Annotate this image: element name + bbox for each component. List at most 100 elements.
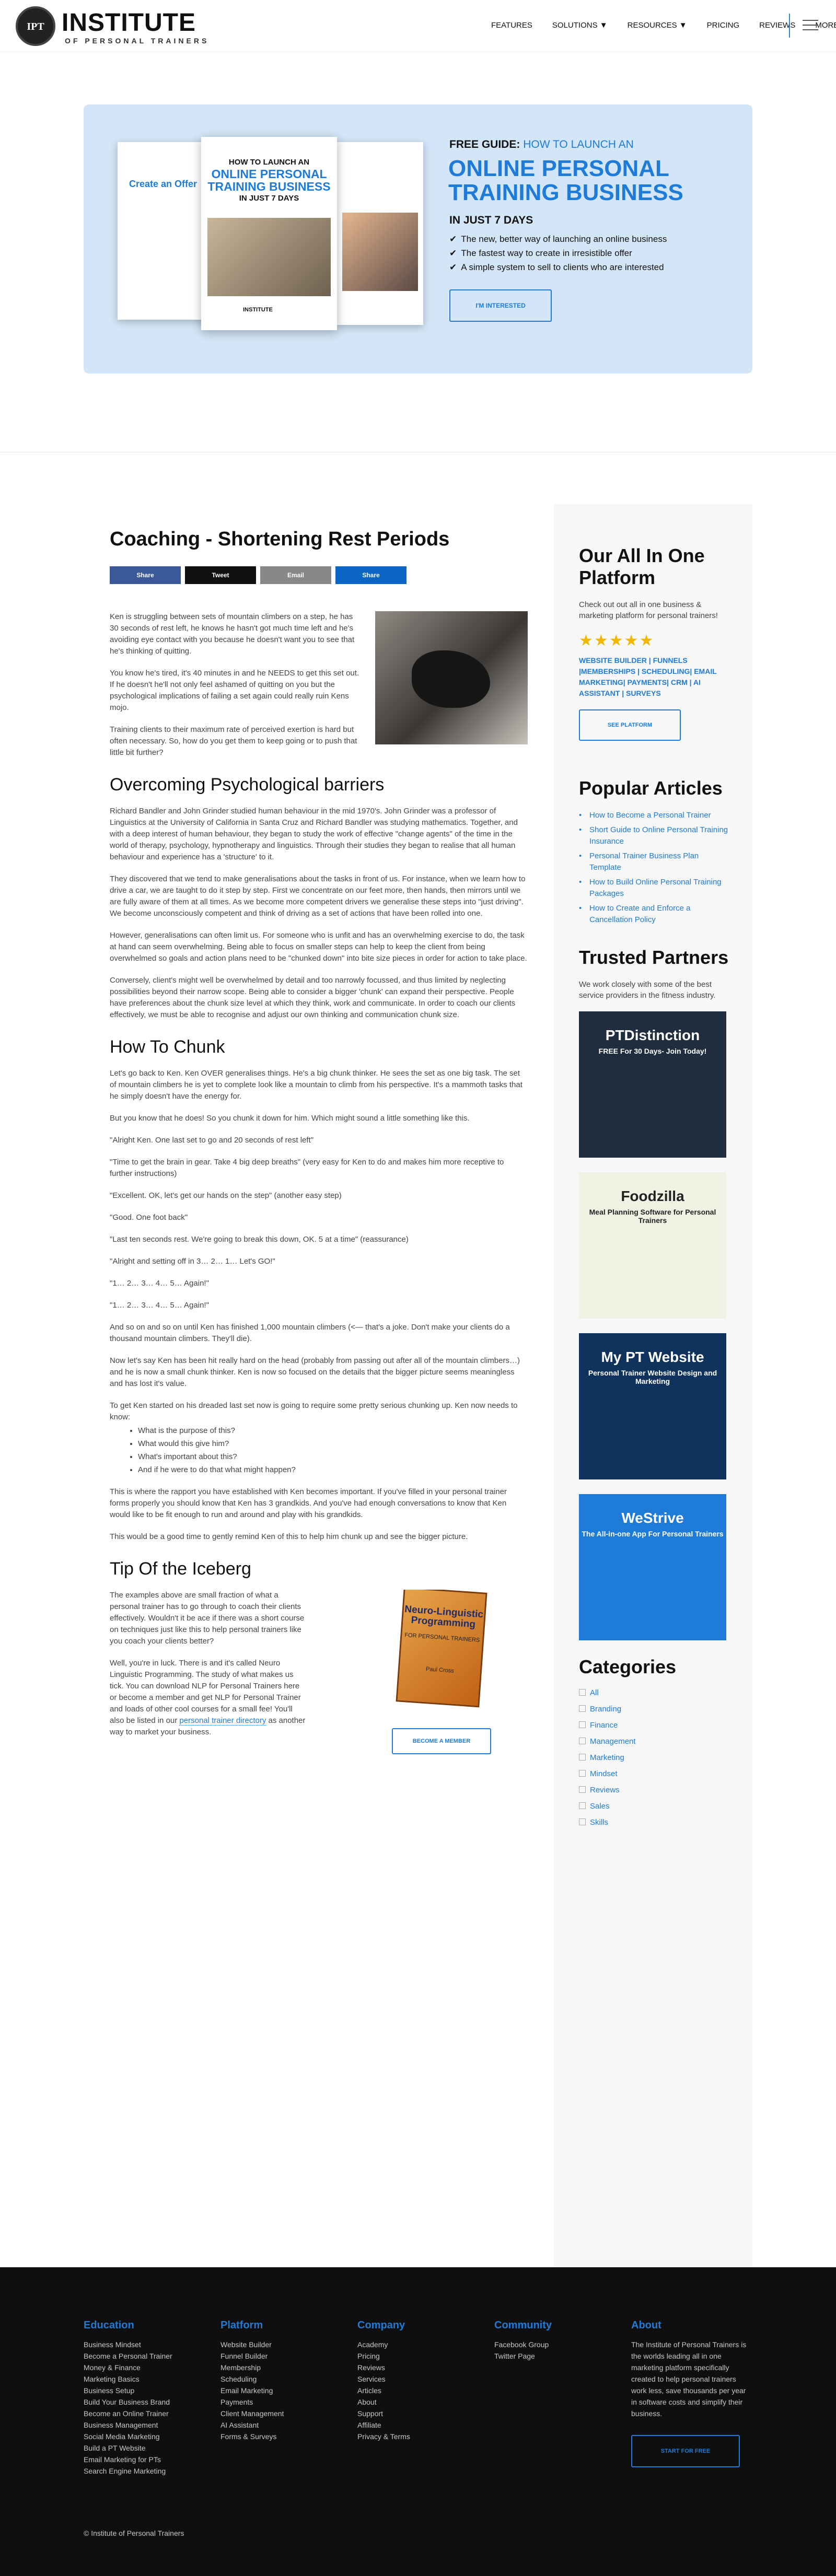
paragraph: Richard Bandler and John Grinder studied… xyxy=(110,807,518,861)
ad-subtitle: The All-in-one App For Personal Trainers xyxy=(582,1530,724,1538)
footer-heading: Education xyxy=(84,2319,134,2331)
facebook-share-button[interactable]: Share xyxy=(110,566,181,584)
footer-link[interactable]: Email Marketing for PTs xyxy=(84,2454,188,2465)
footer-link[interactable]: Become a Personal Trainer xyxy=(84,2350,188,2362)
footer-link[interactable]: Affiliate xyxy=(357,2419,462,2431)
partner-ad-westrive[interactable]: WeStrive The All-in-one App For Personal … xyxy=(579,1494,726,1640)
copyright: © Institute of Personal Trainers xyxy=(84,2529,184,2537)
partner-ad-ptdistinction[interactable]: PTDistinction FREE For 30 Days- Join Toda… xyxy=(579,1011,726,1158)
logo-badge[interactable]: IPT xyxy=(16,6,55,46)
footer-link[interactable]: Social Media Marketing xyxy=(84,2431,188,2442)
footer-link[interactable]: Business Mindset xyxy=(84,2339,188,2350)
footer-link[interactable]: Search Engine Marketing xyxy=(84,2465,188,2477)
footer-link[interactable]: Articles xyxy=(357,2385,462,2396)
mock-left-title: Create an Offer xyxy=(129,179,198,189)
footer-link[interactable]: Reviews xyxy=(357,2362,462,2373)
category-link[interactable]: Reviews xyxy=(579,1786,730,1802)
footer-link[interactable]: Forms & Surveys xyxy=(220,2431,325,2442)
menu-icon[interactable] xyxy=(789,14,820,38)
cover-brand: INSTITUTE xyxy=(243,307,273,313)
guide-cover: HOW TO LAUNCH AN ONLINE PERSONAL TRAININ… xyxy=(201,137,337,330)
see-platform-button[interactable]: SEE PLATFORM xyxy=(579,709,681,741)
directory-link[interactable]: personal trainer directory xyxy=(179,1716,266,1726)
cover-line-1: HOW TO LAUNCH AN xyxy=(228,158,310,167)
quote: "Good. One foot back" xyxy=(110,1213,188,1222)
guide-page-left: Create an Offer xyxy=(118,142,206,320)
twitter-share-button[interactable]: Tweet xyxy=(185,566,256,584)
quote: "Alright Ken. One last set to go and 20 … xyxy=(110,1136,314,1145)
logo-text: IPT xyxy=(27,21,44,32)
mountain-climber-photo xyxy=(375,611,528,744)
start-free-button[interactable]: START FOR FREE xyxy=(631,2435,740,2467)
footer-link[interactable]: Payments xyxy=(220,2396,325,2408)
category-link[interactable]: Skills xyxy=(579,1818,730,1834)
footer-link[interactable]: Facebook Group xyxy=(494,2339,599,2350)
footer-link[interactable]: AI Assistant xyxy=(220,2419,325,2431)
quote: "Excellent. OK, let's get our hands on t… xyxy=(110,1191,342,1200)
popular-link[interactable]: Personal Trainer Business Plan Template xyxy=(579,850,730,873)
guide-days: IN JUST 7 DAYS xyxy=(449,214,533,226)
footer-link[interactable]: Email Marketing xyxy=(220,2385,325,2396)
footer-link[interactable]: Privacy & Terms xyxy=(357,2431,462,2442)
footer-col-platform: Platform Website Builder Funnel Builder … xyxy=(220,2319,325,2442)
email-share-button[interactable]: Email xyxy=(260,566,331,584)
category-link[interactable]: Mindset xyxy=(579,1769,730,1786)
paragraph: To get Ken started on his dreaded last s… xyxy=(110,1401,518,1421)
category-link[interactable]: All xyxy=(579,1688,730,1705)
footer-link[interactable]: Marketing Basics xyxy=(84,2373,188,2385)
footer-link[interactable]: About xyxy=(357,2396,462,2408)
popular-link[interactable]: How to Become a Personal Trainer xyxy=(579,810,730,821)
brand-name[interactable]: INSTITUTE xyxy=(62,8,196,37)
footer-link[interactable]: Money & Finance xyxy=(84,2362,188,2373)
ad-title: My PT Website xyxy=(601,1349,704,1365)
become-member-button[interactable]: BECOME A MEMBER xyxy=(392,1728,491,1754)
category-link[interactable]: Marketing xyxy=(579,1753,730,1769)
footer-link[interactable]: Become an Online Trainer xyxy=(84,2408,188,2419)
quote: "Last ten seconds rest. We're going to b… xyxy=(110,1235,409,1244)
footer-link[interactable]: Website Builder xyxy=(220,2339,325,2350)
popular-title: Popular Articles xyxy=(579,777,723,799)
footer-link[interactable]: Business Setup xyxy=(84,2385,188,2396)
nav-solutions[interactable]: SOLUTIONS ▼ xyxy=(552,21,608,30)
brand-subtitle: OF PERSONAL TRAINERS xyxy=(65,37,210,45)
partner-ad-foodzilla[interactable]: Foodzilla Meal Planning Software for Pers… xyxy=(579,1172,726,1319)
footer-link[interactable]: Pricing xyxy=(357,2350,462,2362)
footer-link[interactable]: Support xyxy=(357,2408,462,2419)
free-guide-label: FREE GUIDE: xyxy=(449,138,520,150)
footer-link[interactable]: Services xyxy=(357,2373,462,2385)
article-title: Coaching - Shortening Rest Periods xyxy=(110,528,450,550)
category-link[interactable]: Sales xyxy=(579,1802,730,1818)
paragraph: Now let's say Ken has been hit really ha… xyxy=(110,1356,520,1388)
footer-link[interactable]: Build Your Business Brand xyxy=(84,2396,188,2408)
quote: "1… 2… 3… 4… 5… Again!" xyxy=(110,1279,209,1288)
cover-line-3: IN JUST 7 DAYS xyxy=(239,194,299,203)
platform-text: Check out out all in one business & mark… xyxy=(579,600,718,620)
nav-pricing[interactable]: PRICING xyxy=(707,21,740,30)
list-item: And if he were to do that what might hap… xyxy=(138,1464,528,1476)
rating-stars-icon: ★★★★★ xyxy=(579,632,655,649)
article: Coaching - Shortening Rest Periods Share… xyxy=(110,528,528,1754)
footer-link[interactable]: Build a PT Website xyxy=(84,2442,188,2454)
nav-features[interactable]: FEATURES xyxy=(491,21,532,30)
category-link[interactable]: Management xyxy=(579,1737,730,1753)
guide-headline: ONLINE PERSONAL TRAINING BUSINESS xyxy=(448,156,683,205)
category-link[interactable]: Finance xyxy=(579,1721,730,1737)
interested-button[interactable]: I'M INTERESTED xyxy=(449,289,552,322)
popular-link[interactable]: Short Guide to Online Personal Training … xyxy=(579,824,730,847)
category-link[interactable]: Branding xyxy=(579,1705,730,1721)
popular-link[interactable]: How to Build Online Personal Training Pa… xyxy=(579,877,730,900)
partner-ad-mypt[interactable]: My PT Website Personal Trainer Website De… xyxy=(579,1333,726,1479)
footer-col-education: Education Business Mindset Become a Pers… xyxy=(84,2319,188,2477)
footer-link[interactable]: Scheduling xyxy=(220,2373,325,2385)
linkedin-share-button[interactable]: Share xyxy=(335,566,407,584)
footer-link[interactable]: Funnel Builder xyxy=(220,2350,325,2362)
footer-link[interactable]: Twitter Page xyxy=(494,2350,599,2362)
footer-link[interactable]: Membership xyxy=(220,2362,325,2373)
paragraph: Conversely, client's might well be overw… xyxy=(110,976,516,1019)
free-guide-link[interactable]: HOW TO LAUNCH AN xyxy=(523,138,634,150)
popular-link[interactable]: How to Create and Enforce a Cancellation… xyxy=(579,903,730,926)
nav-resources[interactable]: RESOURCES ▼ xyxy=(628,21,687,30)
footer-link[interactable]: Client Management xyxy=(220,2408,325,2419)
footer-link[interactable]: Business Management xyxy=(84,2419,188,2431)
footer-link[interactable]: Academy xyxy=(357,2339,462,2350)
